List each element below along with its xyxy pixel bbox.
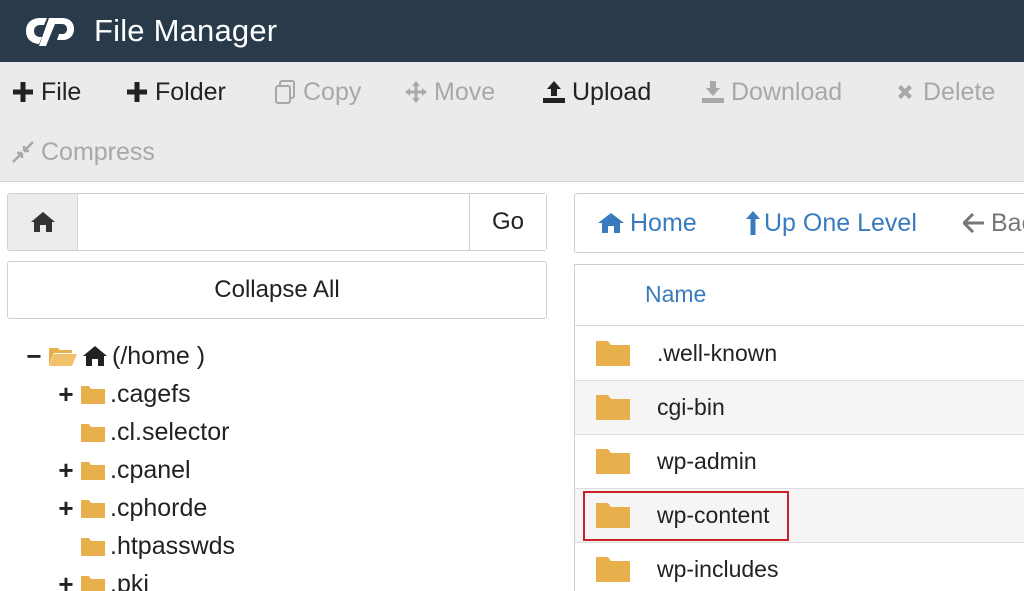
file-name: .well-known xyxy=(657,340,778,366)
copy-button[interactable]: Copy xyxy=(272,63,361,121)
tree-item-label: .cagefs xyxy=(110,379,191,408)
move-label: Move xyxy=(434,77,496,106)
folder-icon xyxy=(80,459,106,481)
compress-label: Compress xyxy=(41,137,155,166)
up-one-level-label: Up One Level xyxy=(764,208,917,237)
tree-item-cagefs[interactable]: + .cagefs xyxy=(56,375,191,413)
folder-icon xyxy=(80,421,106,443)
folder-icon xyxy=(595,501,631,534)
folder-icon xyxy=(80,535,106,557)
table-row[interactable]: wp-includes xyxy=(575,543,1024,591)
arrow-up-icon xyxy=(745,210,761,236)
file-name: wp-includes xyxy=(657,556,779,582)
new-file-label: File xyxy=(41,77,82,106)
new-folder-button[interactable]: Folder xyxy=(124,63,226,121)
copy-icon xyxy=(272,79,298,105)
tree-item-pki[interactable]: + .pki xyxy=(56,565,149,591)
new-folder-label: Folder xyxy=(155,77,226,106)
download-label: Download xyxy=(731,77,843,106)
copy-label: Copy xyxy=(303,77,362,106)
folder-icon xyxy=(595,393,631,426)
app-title: File Manager xyxy=(94,13,278,48)
app-header: File Manager xyxy=(0,0,1024,62)
expand-toggle[interactable]: + xyxy=(56,455,76,486)
cpanel-logo[interactable] xyxy=(22,14,78,48)
expand-toggle[interactable]: + xyxy=(56,379,76,410)
download-icon xyxy=(700,79,726,105)
path-bar: Go xyxy=(7,193,547,251)
tree-item-label: .htpasswds xyxy=(110,531,236,560)
home-icon xyxy=(597,212,625,234)
table-row[interactable]: .well-known xyxy=(575,327,1024,381)
tree-item-label: .pki xyxy=(110,569,149,591)
folder-icon xyxy=(80,383,106,405)
home-icon[interactable] xyxy=(8,194,78,250)
compress-icon xyxy=(10,139,36,165)
table-row-highlighted[interactable]: wp-content xyxy=(575,489,1024,543)
compress-button[interactable]: Compress xyxy=(10,123,155,181)
folder-icon xyxy=(595,555,631,588)
tree-item-label: .cphorde xyxy=(110,493,208,522)
tree-item-htpasswds[interactable]: .htpasswds xyxy=(56,527,235,565)
expand-toggle[interactable]: + xyxy=(56,569,76,591)
arrow-left-icon xyxy=(963,213,985,233)
table-row[interactable]: cgi-bin xyxy=(575,381,1024,435)
list-header: Name xyxy=(575,265,1024,326)
collapse-toggle[interactable]: − xyxy=(24,341,44,372)
home-icon xyxy=(82,345,108,367)
folder-open-icon xyxy=(48,345,78,367)
collapse-all-button[interactable]: Collapse All xyxy=(7,261,547,319)
folder-icon xyxy=(80,573,106,591)
file-name: cgi-bin xyxy=(657,394,725,420)
folder-icon xyxy=(80,497,106,519)
back-label: Back xyxy=(991,208,1024,237)
move-button[interactable]: Move xyxy=(403,63,495,121)
path-input[interactable] xyxy=(78,194,469,250)
back-link[interactable]: Back xyxy=(963,209,1024,238)
tree-item-cl-selector[interactable]: .cl.selector xyxy=(56,413,229,451)
tree-item-cphorde[interactable]: + .cphorde xyxy=(56,489,207,527)
folder-icon xyxy=(595,339,631,372)
file-name: wp-content xyxy=(657,502,770,528)
move-icon xyxy=(403,79,429,105)
tree-item-home[interactable]: − (/home ) xyxy=(24,337,205,375)
folder-icon xyxy=(595,447,631,480)
close-icon xyxy=(892,79,918,105)
toolbar: File Folder Copy Move Upload Download De… xyxy=(0,62,1024,182)
download-button[interactable]: Download xyxy=(700,63,842,121)
new-file-button[interactable]: File xyxy=(10,63,81,121)
table-row[interactable]: wp-admin xyxy=(575,435,1024,489)
plus-icon xyxy=(10,79,36,105)
tree-item-label: .cpanel xyxy=(110,455,191,484)
delete-label: Delete xyxy=(923,77,996,106)
delete-button[interactable]: Delete xyxy=(892,63,995,121)
go-button[interactable]: Go xyxy=(469,194,546,250)
navigation-bar: Home Up One Level Back xyxy=(574,193,1024,253)
home-link[interactable]: Home xyxy=(597,209,697,238)
column-header-name[interactable]: Name xyxy=(645,281,706,308)
upload-icon xyxy=(541,79,567,105)
file-list: Name .well-known cgi-bin wp-admin wp-con… xyxy=(574,264,1024,591)
expand-toggle[interactable]: + xyxy=(56,493,76,524)
plus-icon xyxy=(124,79,150,105)
file-name: wp-admin xyxy=(657,448,757,474)
tree-item-label: (/home ) xyxy=(112,341,206,370)
up-one-level-link[interactable]: Up One Level xyxy=(745,209,917,238)
tree-item-label: .cl.selector xyxy=(110,417,230,446)
folder-tree: − (/home ) + .cagefs .cl.selector + .cpa… xyxy=(0,335,560,591)
upload-button[interactable]: Upload xyxy=(541,63,651,121)
home-label: Home xyxy=(630,208,697,237)
upload-label: Upload xyxy=(572,77,652,106)
tree-item-cpanel[interactable]: + .cpanel xyxy=(56,451,191,489)
